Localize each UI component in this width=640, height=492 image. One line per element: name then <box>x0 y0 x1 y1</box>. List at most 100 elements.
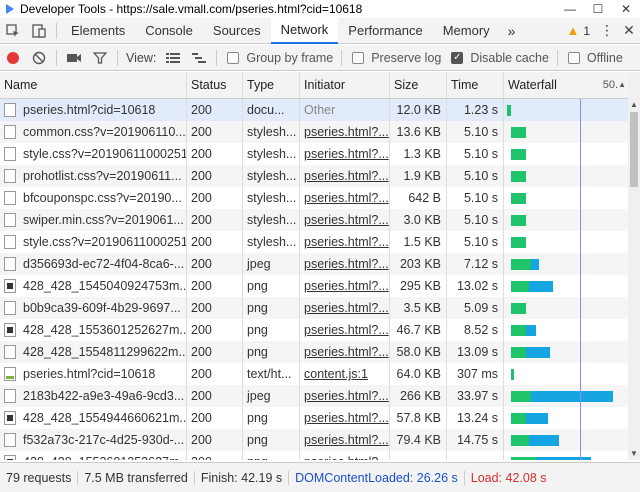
request-waterfall <box>504 209 628 231</box>
table-row[interactable]: 428_428_1545040924753m... 200 png pseries.h… <box>0 275 628 297</box>
column-header-status[interactable]: Status <box>187 72 243 98</box>
request-initiator[interactable]: pseries.html?... <box>300 165 390 187</box>
table-row[interactable]: pseries.html?cid=10618 200 docu... Other 12.… <box>0 99 628 121</box>
image-file-icon <box>4 455 16 460</box>
request-status: 200 <box>187 451 243 460</box>
request-name-cell: f532a73c-217c-4d25-930d-... <box>0 429 187 451</box>
kebab-menu-icon[interactable]: ⋮ <box>596 18 618 44</box>
scroll-down-arrow-icon[interactable]: ▼ <box>630 449 638 458</box>
table-row[interactable]: 2183b422-a9e3-49a6-9cd3... 200 jpeg pseries… <box>0 385 628 407</box>
minimize-button[interactable]: — <box>556 0 584 18</box>
record-button[interactable] <box>0 45 26 71</box>
request-type: png <box>243 429 300 451</box>
table-row[interactable]: 428_428_1553601252627m...200pngpseries.h… <box>0 451 628 460</box>
request-type: stylesh... <box>243 121 300 143</box>
request-initiator[interactable]: pseries.html?... <box>300 143 390 165</box>
offline-checkbox[interactable]: Offline <box>567 51 623 65</box>
table-row[interactable]: f532a73c-217c-4d25-930d-... 200 png pseries… <box>0 429 628 451</box>
table-row[interactable]: b0b9ca39-609f-4b29-9697... 200 png pseries.… <box>0 297 628 319</box>
table-row[interactable]: 428_428_1553601252627m...200pngpseries.h… <box>0 319 628 341</box>
warnings-counter[interactable]: ▲ 1 <box>560 23 596 38</box>
requests-count: 79 requests <box>0 470 79 485</box>
waterfall-download-bar <box>526 347 550 358</box>
table-row[interactable]: d356693d-ec72-4f04-8ca6-... 200 jpeg pserie… <box>0 253 628 275</box>
request-name-cell: prohotlist.css?v=20190611... <box>0 165 187 187</box>
preserve-log-checkbox[interactable]: Preserve log <box>352 51 441 65</box>
column-header-type[interactable]: Type <box>243 72 300 98</box>
request-initiator[interactable]: pseries.html?... <box>300 231 390 253</box>
clear-button[interactable] <box>26 45 52 71</box>
waterfall-download-bar <box>536 457 591 460</box>
request-initiator: Other <box>300 99 390 121</box>
request-initiator[interactable]: pseries.html?... <box>300 319 390 341</box>
column-header-size[interactable]: Size <box>390 72 447 98</box>
checkbox-checked-icon: ✓ <box>451 51 464 64</box>
close-devtools-icon[interactable]: ✕ <box>618 18 640 44</box>
document-file-icon <box>4 191 16 205</box>
network-requests-table: Name Status Type Initiator Size Time Wat… <box>0 72 628 460</box>
waterfall-waiting-bar <box>511 171 526 182</box>
screenshots-button[interactable] <box>61 45 87 71</box>
scrollbar-thumb[interactable] <box>630 112 638 187</box>
request-type: png <box>243 319 300 341</box>
request-initiator[interactable]: pseries.html?... <box>300 429 390 451</box>
request-size: 1.3 KB <box>390 143 447 165</box>
request-initiator[interactable]: pseries.html?... <box>300 297 390 319</box>
request-name: 428_428_1554811299622m... <box>23 345 186 359</box>
tab-console[interactable]: Console <box>135 18 203 44</box>
devtools-app-icon <box>6 4 14 14</box>
request-waterfall <box>504 143 628 165</box>
table-row[interactable]: swiper.min.css?v=2019061... 200 stylesh...… <box>0 209 628 231</box>
filter-button[interactable] <box>87 45 113 71</box>
column-header-name[interactable]: Name <box>0 72 187 98</box>
table-row[interactable]: prohotlist.css?v=20190611... 200 stylesh..… <box>0 165 628 187</box>
tab-elements[interactable]: Elements <box>61 18 135 44</box>
vertical-scrollbar[interactable]: ▲ ▼ <box>628 72 640 460</box>
large-rows-button[interactable] <box>160 45 186 71</box>
table-row[interactable]: 428_428_1554944660621m... 200 png pseries.h… <box>0 407 628 429</box>
tab-memory[interactable]: Memory <box>433 18 500 44</box>
request-initiator[interactable]: pseries.html?... <box>300 407 390 429</box>
table-row[interactable]: pseries.html?cid=10618 200 text/ht... conte… <box>0 363 628 385</box>
request-initiator[interactable]: pseries.html?... <box>300 209 390 231</box>
request-initiator[interactable]: pseries.html?... <box>300 275 390 297</box>
inspect-element-icon[interactable] <box>0 18 26 44</box>
tab-network[interactable]: Network <box>270 17 339 44</box>
request-initiator[interactable]: pseries.html?... <box>300 451 390 460</box>
request-initiator[interactable]: content.js:1 <box>300 363 390 385</box>
device-toolbar-icon[interactable] <box>26 18 52 44</box>
overview-button[interactable] <box>186 45 212 71</box>
column-header-time[interactable]: Time <box>447 72 504 98</box>
request-time: 5.10 s <box>447 187 504 209</box>
request-name: style.css?v=20190611000251 <box>23 235 186 249</box>
more-tabs-chevron-icon[interactable]: » <box>500 18 524 44</box>
request-type: png <box>243 341 300 363</box>
table-row[interactable]: 428_428_1554811299622m... 200 png pseries.h… <box>0 341 628 363</box>
column-header-waterfall[interactable]: Waterfall 50. ▲ <box>504 72 628 98</box>
close-window-button[interactable]: ✕ <box>612 0 640 18</box>
tab-performance[interactable]: Performance <box>338 18 432 44</box>
tab-sources[interactable]: Sources <box>203 18 271 44</box>
request-initiator[interactable]: pseries.html?... <box>300 187 390 209</box>
request-initiator[interactable]: pseries.html?... <box>300 341 390 363</box>
disable-cache-checkbox[interactable]: ✓ Disable cache <box>451 51 549 65</box>
title-bar: Developer Tools - https://sale.vmall.com… <box>0 0 640 18</box>
window-title: Developer Tools - https://sale.vmall.com… <box>20 2 363 16</box>
request-type: png <box>243 275 300 297</box>
column-header-initiator[interactable]: Initiator <box>300 72 390 98</box>
table-row[interactable]: style.css?v=20190611000251 200 stylesh... p… <box>0 143 628 165</box>
request-initiator[interactable]: pseries.html?... <box>300 253 390 275</box>
request-name-cell: 428_428_1554811299622m... <box>0 341 187 363</box>
request-initiator[interactable]: pseries.html?... <box>300 385 390 407</box>
request-initiator[interactable]: pseries.html?... <box>300 121 390 143</box>
table-row[interactable]: bfcouponspc.css?v=20190... 200 stylesh... p… <box>0 187 628 209</box>
table-row[interactable]: style.css?v=20190611000251 200 stylesh... p… <box>0 231 628 253</box>
maximize-button[interactable]: ☐ <box>584 0 612 18</box>
table-row[interactable]: common.css?v=201906110... 200 stylesh... ps… <box>0 121 628 143</box>
scroll-up-arrow-icon[interactable]: ▲ <box>630 100 638 109</box>
group-by-frame-checkbox[interactable]: Group by frame <box>227 51 333 65</box>
request-size: 266 KB <box>390 385 447 407</box>
request-size: ... <box>390 451 447 460</box>
toolbar-separator <box>341 49 343 66</box>
request-name-cell: b0b9ca39-609f-4b29-9697... <box>0 297 187 319</box>
